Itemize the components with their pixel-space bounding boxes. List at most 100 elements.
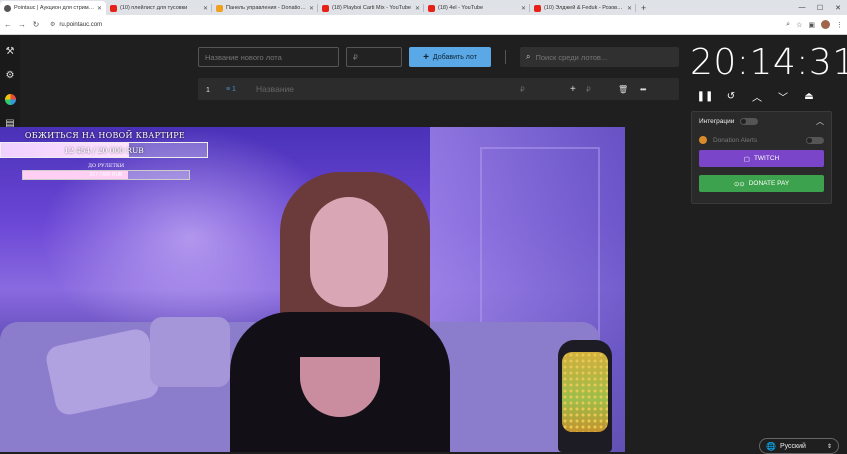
donatepay-button[interactable]: ⊙⊙ DONATE PAY: [699, 175, 824, 192]
browser-tab-title: Панель управления - DonationAlerts: [226, 5, 307, 11]
lot-number: 1: [205, 84, 211, 94]
lot-search-input[interactable]: [535, 52, 666, 62]
lot-more-icon[interactable]: •••: [640, 85, 656, 94]
donatepay-label: DONATE PAY: [748, 180, 790, 187]
twitch-button[interactable]: ▢ TWITCH: [699, 150, 824, 167]
browser-tab-title: Pointauc | Аукцион для стримеров: [14, 5, 95, 11]
browser-tab-title: (18) 4el - YouTube: [438, 5, 484, 11]
lot-row: 1 ≡ 1 Название ₽ + ₽ 🗑 •••: [198, 78, 679, 100]
window-controls: — ☐ ✕: [793, 0, 847, 15]
add-lot-button[interactable]: + Добавить лот: [409, 47, 491, 67]
close-tab-icon[interactable]: ✕: [415, 5, 420, 12]
donatepay-icon: ⊙⊙: [733, 180, 745, 188]
browser-tab-title: (10) плейлист для тусовки: [120, 5, 188, 11]
new-tab-button[interactable]: +: [636, 1, 651, 15]
pause-icon[interactable]: ❚❚: [697, 90, 714, 102]
back-icon[interactable]: ←: [2, 20, 14, 29]
donation-alerts-label: Donation Alerts: [713, 136, 758, 144]
lot-fast-id[interactable]: ≡ 1: [226, 86, 246, 93]
donation-alerts-toggle[interactable]: [806, 136, 824, 144]
donationalerts-favicon-icon: [216, 4, 223, 12]
address-bar-actions: ⌕ ☆ ▣ ⋮: [786, 20, 843, 29]
address-bar: ← → ↻ ⚙ ru.pointauc.com ⌕ ☆ ▣ ⋮: [0, 15, 847, 35]
browser-tab[interactable]: Pointauc | Аукцион для стримеров ✕: [0, 1, 106, 15]
integrations-title: Интеграции: [699, 117, 735, 125]
donation-alerts-icon: [699, 136, 707, 144]
auction-timer: 20:14:31: [690, 42, 847, 83]
tab-strip: Pointauc | Аукцион для стримеров ✕ (10) пл…: [0, 0, 636, 15]
browser-tab[interactable]: (18) 4el - YouTube ✕: [424, 1, 530, 15]
pointauc-app: ⚒ ⚙ ▤ + Добавить лот ⌕ 1 ≡ 1 Название ₽ …: [0, 36, 847, 454]
roulette-progress-text: 317 / 500 RUB: [89, 172, 123, 178]
lot-amount-field[interactable]: ₽: [520, 85, 570, 94]
globe-icon: 🌐: [766, 441, 776, 451]
url-text: ru.pointauc.com: [59, 21, 103, 28]
auction-hammer-icon[interactable]: ⚒: [5, 46, 16, 57]
lot-name-field[interactable]: Название: [256, 84, 516, 94]
browser-tab[interactable]: (10) Элджей & Feduk - Розовое вино✕: [530, 1, 636, 15]
donation-goal-widget: ОБЖИТЬСЯ НА НОВОЙ КВАРТИРЕ 12 454 / 20 0…: [0, 131, 210, 158]
roulette-label: ДО РУЛЕТКИ: [87, 163, 125, 169]
zoom-icon[interactable]: ⌕: [786, 21, 790, 29]
language-selected: Русский: [779, 442, 806, 450]
sofa-pillow: [150, 317, 230, 387]
add-amount-field[interactable]: ₽: [586, 85, 618, 94]
youtube-favicon-icon: [534, 4, 541, 12]
bookmark-star-icon[interactable]: ☆: [796, 21, 802, 29]
youtube-favicon-icon: [322, 4, 329, 12]
goal-title: ОБЖИТЬСЯ НА НОВОЙ КВАРТИРЕ: [24, 131, 186, 140]
roulette-progress-bar: 317 / 500 RUB: [22, 170, 190, 180]
goal-progress-text: 12 454 / 20 000 RUB: [64, 146, 144, 155]
collapse-chevron-up-icon[interactable]: ︿: [816, 116, 824, 127]
reload-icon[interactable]: ↻: [30, 20, 42, 29]
close-tab-icon[interactable]: ✕: [97, 5, 102, 12]
close-tab-icon[interactable]: ✕: [203, 5, 208, 12]
reset-icon[interactable]: ↺: [726, 90, 736, 102]
streamer-face: [310, 197, 388, 307]
subtract-time-chevron-down-icon[interactable]: ﹀: [778, 90, 788, 104]
integrations-panel: Интеграции ︿ Donation Alerts ▢ TWITCH ⊙⊙…: [691, 111, 832, 204]
microphone-grille: [562, 352, 608, 432]
youtube-favicon-icon: [428, 4, 435, 12]
integrations-header: Интеграции ︿: [692, 112, 831, 130]
double-chevron-up-icon[interactable]: ⏏: [804, 90, 814, 102]
close-tab-icon[interactable]: ✕: [521, 5, 526, 12]
browser-menu-icon[interactable]: ⋮: [836, 21, 843, 29]
close-tab-icon[interactable]: ✕: [309, 5, 314, 12]
delete-lot-trash-icon[interactable]: 🗑: [618, 85, 640, 94]
browser-tab[interactable]: Панель управления - DonationAlerts✕: [212, 1, 318, 15]
wheel-icon[interactable]: [4, 94, 16, 105]
forward-icon[interactable]: →: [16, 20, 28, 29]
lot-search-box[interactable]: ⌕: [520, 47, 679, 67]
close-tab-icon[interactable]: ✕: [627, 5, 632, 12]
site-info-icon[interactable]: ⚙: [50, 21, 55, 28]
url-field[interactable]: ⚙ ru.pointauc.com: [50, 18, 786, 32]
search-icon: ⌕: [526, 52, 531, 61]
browser-tab[interactable]: (18) Playboi Carti Mix - YouTube ✕: [318, 1, 424, 15]
settings-gear-icon[interactable]: ⚙: [5, 70, 16, 81]
browser-tab-title: (18) Playboi Carti Mix - YouTube: [332, 5, 411, 11]
maximize-icon[interactable]: ☐: [811, 0, 829, 15]
integrations-toggle[interactable]: [740, 117, 759, 125]
profile-avatar[interactable]: [821, 20, 830, 29]
add-time-chevron-up-icon[interactable]: ︿: [752, 90, 762, 104]
youtube-favicon-icon: [110, 4, 117, 12]
extensions-icon[interactable]: ▣: [808, 21, 815, 29]
toolbar-divider: [505, 50, 506, 64]
pointauc-favicon-icon: [4, 4, 11, 12]
add-lot-label: Добавить лот: [432, 53, 477, 61]
donation-alerts-row: Donation Alerts: [692, 130, 831, 150]
timer-controls: ❚❚ ↺ ︿ ﹀ ⏏: [697, 90, 814, 104]
minimize-icon[interactable]: —: [793, 0, 811, 15]
browser-tab-title: (10) Элджей & Feduk - Розовое вино: [544, 5, 625, 11]
roulette-widget: ДО РУЛЕТКИ 317 / 500 RUB: [22, 163, 190, 180]
tab-separator: [635, 4, 636, 12]
goal-progress-bar: 12 454 / 20 000 RUB: [0, 142, 208, 158]
add-amount-plus-icon[interactable]: +: [570, 84, 582, 95]
microphone: [558, 340, 612, 452]
new-lot-price-input[interactable]: [346, 47, 402, 67]
plus-icon: +: [423, 51, 429, 63]
new-lot-name-input[interactable]: [198, 47, 339, 67]
browser-tab[interactable]: (10) плейлист для тусовки ✕: [106, 1, 212, 15]
close-window-icon[interactable]: ✕: [829, 0, 847, 15]
